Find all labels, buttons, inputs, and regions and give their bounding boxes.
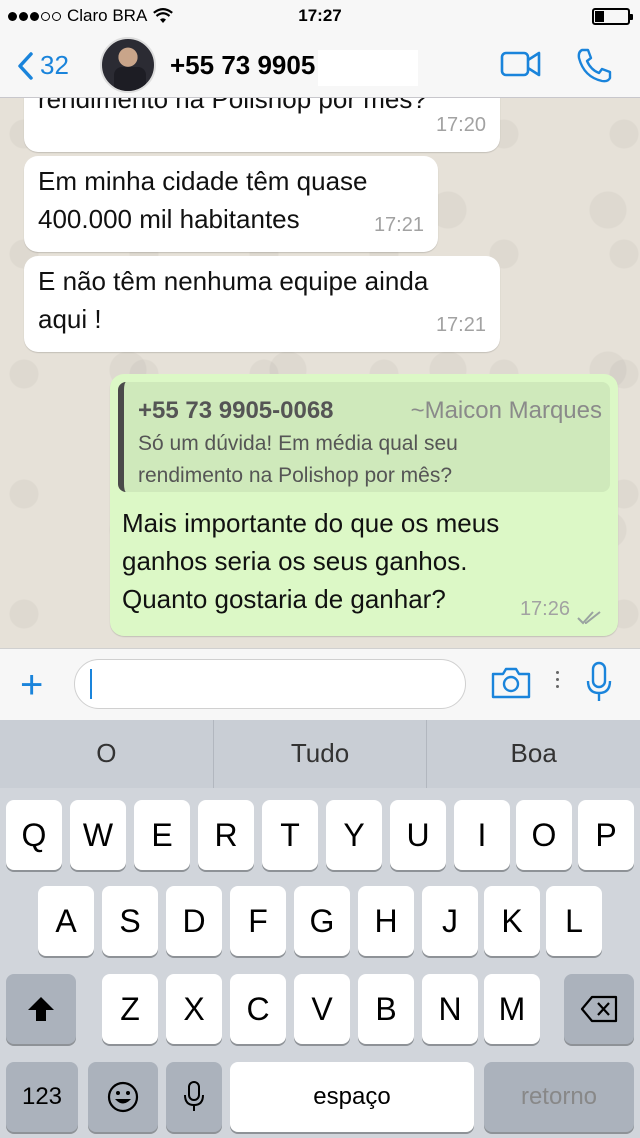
quoted-message[interactable]: +55 73 9905-0068 ~Maicon Marques Só um d…	[118, 382, 610, 492]
message-bubble-incoming[interactable]: rendimento na Polishop por mês? 17:20	[24, 98, 500, 152]
dictation-key[interactable]	[166, 1062, 222, 1132]
quoted-line: rendimento na Polishop por mês?	[138, 464, 453, 487]
message-text: E não têm nenhuma equipe ainda aqui !	[38, 262, 428, 338]
keyboard: O Tudo Boa Q W E R T Y U I O P A S D F G…	[0, 720, 640, 1138]
prediction-suggestion[interactable]: Tudo	[214, 720, 428, 788]
avatar[interactable]	[100, 37, 156, 93]
message-text: rendimento na Polishop por mês?	[38, 98, 427, 114]
status-time: 17:27	[298, 6, 342, 25]
key-b[interactable]: B	[358, 974, 414, 1044]
message-line: E não têm nenhuma equipe ainda	[38, 266, 429, 296]
message-text: Mais importante do que os meus ganhos se…	[122, 504, 499, 618]
text-cursor	[90, 669, 92, 699]
key-p[interactable]: P	[578, 800, 634, 870]
chat-header: 32 +55 73 9905	[0, 32, 640, 98]
message-line: Em minha cidade têm quase	[38, 166, 368, 196]
key-q[interactable]: Q	[6, 800, 62, 870]
key-w[interactable]: W	[70, 800, 126, 870]
more-options-icon[interactable]	[556, 671, 559, 688]
message-time: 17:20	[435, 114, 486, 136]
message-line: ganhos seria os seus ganhos.	[122, 546, 468, 576]
microphone-icon[interactable]	[584, 661, 614, 705]
conversation-area[interactable]: rendimento na Polishop por mês? 17:20 Em…	[0, 98, 640, 648]
key-t[interactable]: T	[262, 800, 318, 870]
delete-key[interactable]	[564, 974, 634, 1044]
message-line: aqui !	[38, 304, 102, 334]
camera-icon[interactable]	[490, 665, 532, 701]
message-time: 17:26	[519, 598, 570, 620]
key-e[interactable]: E	[134, 800, 190, 870]
key-l[interactable]: L	[546, 886, 602, 956]
quoted-sender-name: ~Maicon Marques	[410, 397, 602, 424]
status-bar: Claro BRA 17:27	[0, 0, 640, 32]
unread-count: 32	[40, 50, 69, 80]
battery-icon	[592, 8, 633, 25]
key-y[interactable]: Y	[326, 800, 382, 870]
space-key[interactable]: espaço	[230, 1062, 474, 1132]
key-a[interactable]: A	[38, 886, 94, 956]
quoted-sender-number: +55 73 9905-0068	[138, 397, 334, 424]
message-line: Quanto gostaria de ganhar?	[122, 584, 446, 614]
phone-call-icon[interactable]	[574, 46, 614, 86]
key-f[interactable]: F	[230, 886, 286, 956]
composer-bar: +	[0, 648, 640, 720]
key-u[interactable]: U	[390, 800, 446, 870]
message-time: 17:21	[373, 214, 424, 236]
key-m[interactable]: M	[484, 974, 540, 1044]
return-key[interactable]: retorno	[484, 1062, 634, 1132]
emoji-icon	[107, 1081, 139, 1113]
key-j[interactable]: J	[422, 886, 478, 956]
key-x[interactable]: X	[166, 974, 222, 1044]
message-bubble-incoming[interactable]: E não têm nenhuma equipe ainda aqui ! 17…	[24, 256, 500, 352]
video-call-icon[interactable]	[500, 46, 542, 82]
predictive-bar: O Tudo Boa	[0, 720, 640, 788]
key-s[interactable]: S	[102, 886, 158, 956]
quoted-line: Só um dúvida! Em média qual seu	[138, 432, 458, 455]
key-h[interactable]: H	[358, 886, 414, 956]
shift-arrow-icon	[28, 997, 54, 1021]
message-line: Mais importante do que os meus	[122, 508, 500, 538]
read-ticks-icon	[577, 611, 601, 625]
chevron-left-icon	[18, 51, 33, 80]
key-r[interactable]: R	[198, 800, 254, 870]
backspace-icon	[580, 995, 618, 1023]
message-bubble-incoming[interactable]: Em minha cidade têm quase 400.000 mil ha…	[24, 156, 438, 252]
key-z[interactable]: Z	[102, 974, 158, 1044]
key-c[interactable]: C	[230, 974, 286, 1044]
back-button[interactable]: 32	[16, 50, 69, 81]
key-g[interactable]: G	[294, 886, 350, 956]
message-time: 17:21	[435, 314, 486, 336]
key-v[interactable]: V	[294, 974, 350, 1044]
key-n[interactable]: N	[422, 974, 478, 1044]
quoted-text: Só um dúvida! Em média qual seu rendimen…	[138, 428, 598, 492]
message-input[interactable]	[74, 659, 466, 709]
shift-key[interactable]	[6, 974, 76, 1044]
attach-plus-icon[interactable]: +	[20, 665, 43, 705]
microphone-icon	[184, 1081, 204, 1111]
key-d[interactable]: D	[166, 886, 222, 956]
message-bubble-outgoing[interactable]: +55 73 9905-0068 ~Maicon Marques Só um d…	[110, 374, 618, 636]
numbers-key[interactable]: 123	[6, 1062, 78, 1132]
key-k[interactable]: K	[484, 886, 540, 956]
key-i[interactable]: I	[454, 800, 510, 870]
emoji-key[interactable]	[88, 1062, 158, 1132]
redaction-mark	[318, 50, 418, 86]
prediction-suggestion[interactable]: O	[0, 720, 214, 788]
message-line: 400.000 mil habitantes	[38, 204, 300, 234]
key-o[interactable]: O	[516, 800, 572, 870]
message-text: Em minha cidade têm quase 400.000 mil ha…	[38, 162, 368, 238]
prediction-suggestion[interactable]: Boa	[427, 720, 640, 788]
contact-name[interactable]: +55 73 9905	[170, 50, 315, 81]
